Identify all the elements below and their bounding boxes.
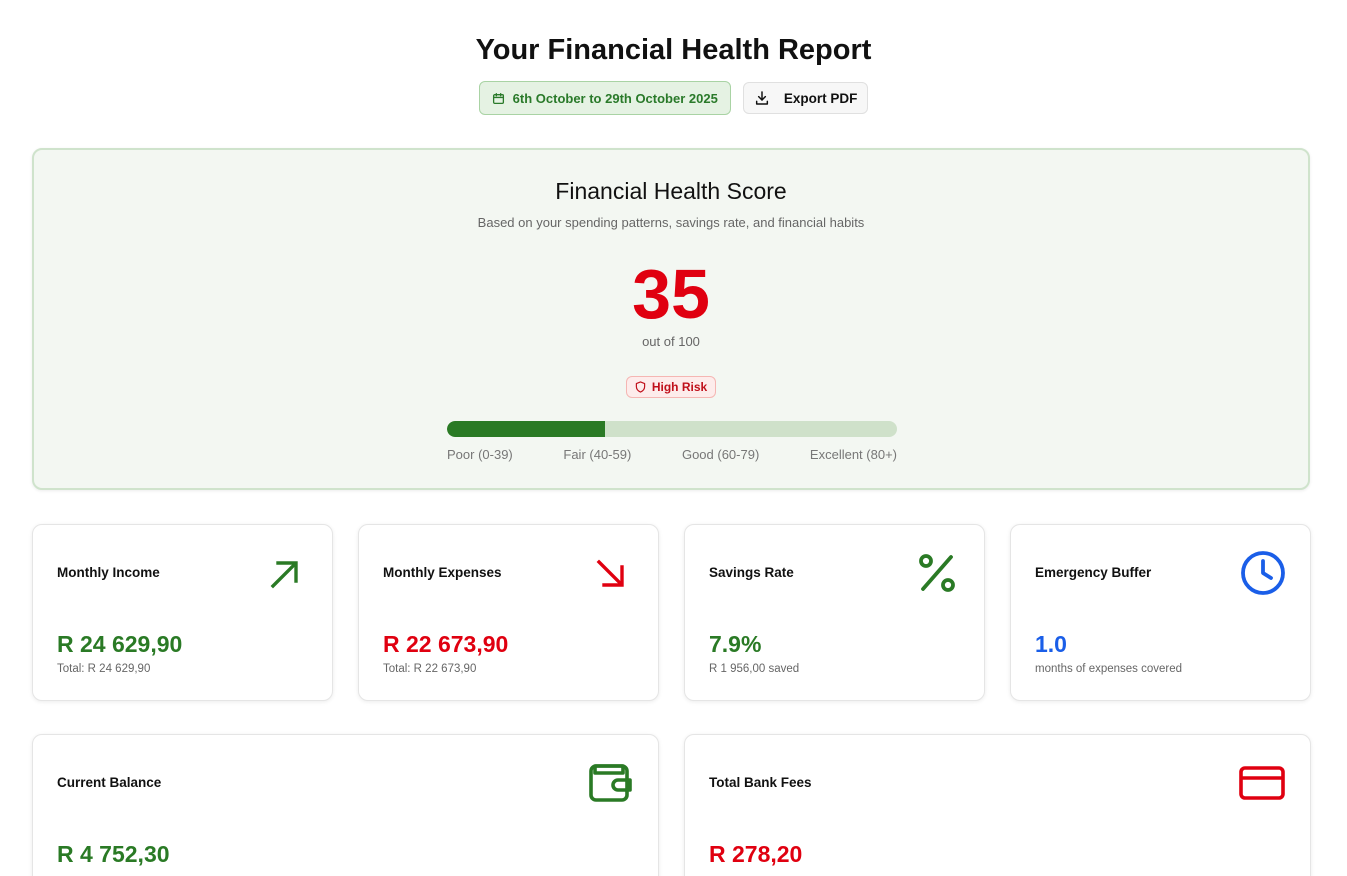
savings-rate-label: Savings Rate [709,565,794,580]
current-balance-card: Current Balance R 4 752,30 [32,734,659,876]
emergency-buffer-note: months of expenses covered [1035,663,1183,675]
savings-rate-note: R 1 956,00 saved [709,663,800,675]
risk-badge: High Risk [625,376,717,398]
total-bank-fees-card: Total Bank Fees R 278,20 [684,734,1311,876]
savings-rate-card: Savings Rate 7.9% R 1 956,00 saved [684,524,985,701]
total-bank-fees-label: Total Bank Fees [709,775,812,790]
export-pdf-label: Export PDF [783,90,858,106]
financial-health-score-card: Financial Health Score Based on your spe… [32,148,1310,490]
score-out-of: out of 100 [642,334,700,349]
download-icon [755,91,768,105]
calendar-icon [492,92,504,104]
page-title: Your Financial Health Report [475,34,872,66]
wallet-icon [589,764,632,802]
risk-badge-wrap: High Risk [34,376,1308,398]
score-title: Financial Health Score [555,178,787,204]
header-actions: 6th October to 29th October 2025 Export … [0,81,1347,115]
total-bank-fees-value: R 278,20 [709,841,803,867]
monthly-expenses-note: Total: R 22 673,90 [383,663,477,675]
monthly-income-label: Monthly Income [57,565,160,580]
savings-rate-value: 7.9% [709,631,762,657]
date-range-picker[interactable]: 6th October to 29th October 2025 [478,81,731,115]
risk-label: High Risk [651,380,708,394]
arrow-up-right-icon [270,561,298,589]
financial-report-page: Your Financial Health Report 6th October… [0,0,1347,876]
credit-card-icon [1239,766,1285,800]
date-range-label: 6th October to 29th October 2025 [512,90,718,106]
legend-good: Good (60-79) [681,447,760,462]
legend-fair: Fair (40-59) [563,447,632,462]
monthly-expenses-value: R 22 673,90 [383,631,509,657]
clock-icon [1241,551,1285,595]
current-balance-label: Current Balance [57,775,162,790]
score-progress-fill [447,421,605,437]
current-balance-value: R 4 752,30 [57,841,170,867]
arrow-down-right-icon [596,559,624,587]
legend-excellent: Excellent (80+) [809,447,897,462]
monthly-expenses-label: Monthly Expenses [383,565,502,580]
emergency-buffer-card: Emergency Buffer 1.0 months of expenses … [1010,524,1311,701]
shield-icon [635,381,646,393]
percent-icon [919,554,955,592]
score-value: 35 [632,255,710,333]
score-progress-bar [447,421,897,437]
monthly-income-value: R 24 629,90 [57,631,183,657]
score-subtitle: Based on your spending patterns, savings… [477,215,865,230]
monthly-income-note: Total: R 24 629,90 [57,663,151,675]
legend-poor: Poor (0-39) [447,447,513,462]
emergency-buffer-label: Emergency Buffer [1035,565,1152,580]
monthly-expenses-card: Monthly Expenses R 22 673,90 Total: R 22… [358,524,659,701]
monthly-income-card: Monthly Income R 24 629,90 Total: R 24 6… [32,524,333,701]
score-legend: Poor (0-39) Fair (40-59) Good (60-79) Ex… [447,447,897,462]
export-pdf-button[interactable]: Export PDF [742,82,869,114]
emergency-buffer-value: 1.0 [1035,631,1067,657]
